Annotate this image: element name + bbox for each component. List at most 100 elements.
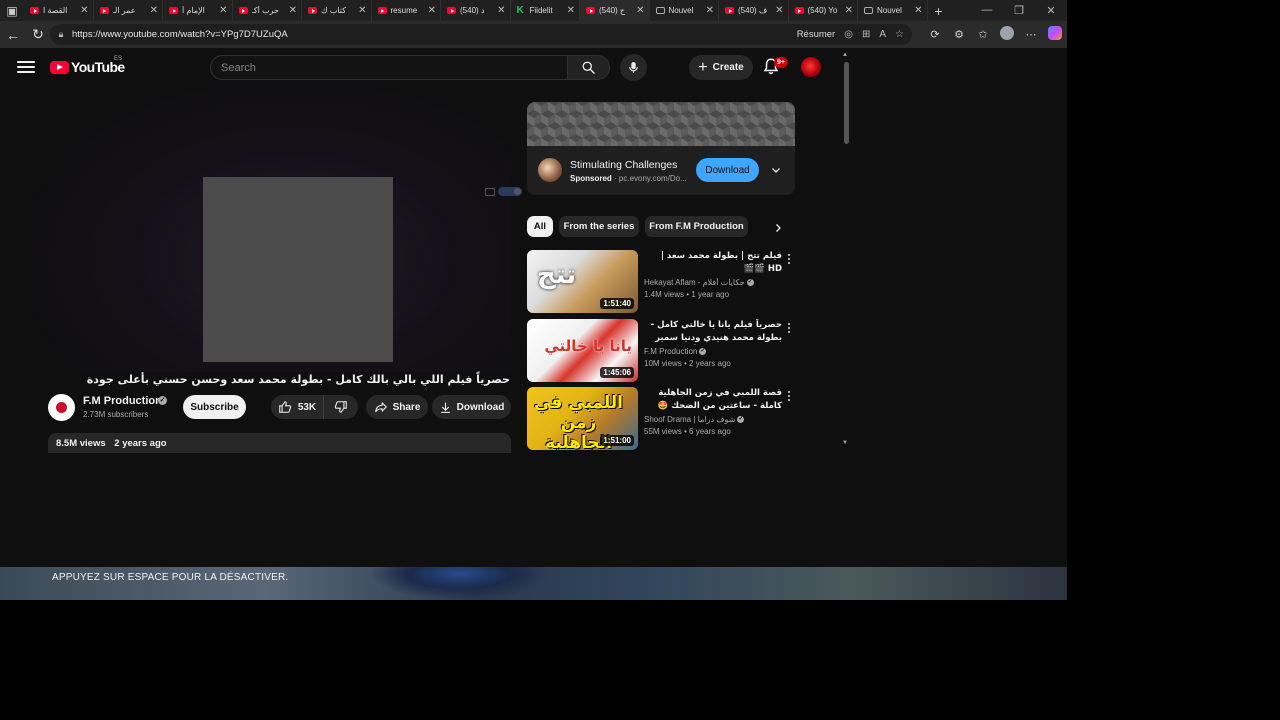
- channel-name[interactable]: F.M Production: [83, 395, 162, 407]
- recommended-video[interactable]: اللمبي في زمن الجاهلية كامل 1:51:00 قصة …: [527, 387, 799, 451]
- close-tab-icon[interactable]: ✕: [289, 5, 297, 16]
- voice-search-button[interactable]: [620, 54, 647, 81]
- description-box[interactable]: 8.5M views 2 years ago: [48, 433, 511, 453]
- video-player[interactable]: [31, 88, 522, 372]
- more-actions-icon[interactable]: [785, 252, 793, 266]
- recommended-video[interactable]: يانا يا خالتي 1:45:06 حصرياً فيلم يانا ي…: [527, 319, 799, 383]
- channel-name[interactable]: Hekayat Aflam - حكايات أفلام ✓: [644, 278, 782, 287]
- close-tab-icon[interactable]: ✕: [636, 5, 644, 16]
- ad-download-button[interactable]: Download: [696, 158, 759, 182]
- url-text[interactable]: https://www.youtube.com/watch?v=YPg7D7UZ…: [72, 29, 288, 40]
- video-thumbnail[interactable]: اللمبي في زمن الجاهلية كامل 1:51:00: [527, 387, 638, 450]
- back-icon[interactable]: ←: [1, 23, 25, 47]
- browser-tab[interactable]: (540) ف ✕: [719, 0, 789, 21]
- video-thumbnail[interactable]: يانا يا خالتي 1:45:06: [527, 319, 638, 382]
- close-tab-icon[interactable]: ✕: [845, 5, 853, 16]
- share-button[interactable]: Share: [366, 395, 428, 419]
- autoplay-toggle[interactable]: [485, 186, 523, 197]
- browser-tab[interactable]: Nouvel ✕: [650, 0, 719, 21]
- browser-tab[interactable]: الإمام أ ✕: [163, 0, 233, 21]
- close-tab-icon[interactable]: ✕: [150, 5, 158, 16]
- subscribe-button[interactable]: Subscribe: [183, 395, 246, 419]
- download-button[interactable]: Download: [432, 395, 511, 419]
- chevron-down-icon[interactable]: [768, 160, 784, 180]
- browser-tab[interactable]: Nouvel ✕: [858, 0, 928, 21]
- recommended-video[interactable]: تتح 1:51:40 فيلم تتح | بطولة محمد سعد | …: [527, 250, 799, 314]
- chevron-right-icon[interactable]: [769, 219, 787, 237]
- favorites-icon[interactable]: ✩: [971, 28, 995, 41]
- menu-icon[interactable]: [17, 58, 35, 76]
- page-scrollbar[interactable]: ▲ ▼: [842, 52, 850, 452]
- refresh-icon[interactable]: ↻: [26, 23, 50, 47]
- close-tab-icon[interactable]: ✕: [706, 5, 714, 16]
- new-tab-button[interactable]: +: [928, 3, 950, 19]
- chip-from-the-series[interactable]: From the series: [559, 216, 639, 237]
- captions-icon[interactable]: [485, 187, 495, 196]
- browser-tab-active[interactable]: (540) ح ✕: [580, 0, 650, 21]
- close-tab-icon[interactable]: ✕: [428, 5, 436, 16]
- close-tab-icon[interactable]: ✕: [80, 5, 88, 16]
- channel-name[interactable]: F.M Production ✓: [644, 347, 782, 356]
- close-tab-icon[interactable]: ✕: [567, 5, 575, 16]
- close-tab-icon[interactable]: ✕: [219, 5, 227, 16]
- chip-from-channel[interactable]: From F.M Production: [645, 216, 748, 237]
- browser-tab[interactable]: القصة ا ✕: [24, 0, 94, 21]
- favorite-star-icon[interactable]: ☆: [895, 29, 904, 40]
- browser-tab[interactable]: (540) د ✕: [441, 0, 511, 21]
- scroll-up-arrow-icon[interactable]: ▲: [842, 52, 848, 58]
- more-options-icon[interactable]: ⋯: [1019, 28, 1043, 41]
- tab-actions-icon[interactable]: ▣: [0, 0, 24, 21]
- browser-tab[interactable]: resume ✕: [372, 0, 441, 21]
- browser-tab[interactable]: عمر الـ ✕: [94, 0, 163, 21]
- profile-icon[interactable]: [995, 26, 1019, 43]
- video-title[interactable]: فيلم تتح | بطولة محمد سعد | HD 🎬🎬: [644, 250, 782, 276]
- tab-label: حرب أكـ: [251, 6, 280, 15]
- address-bar[interactable]: 🔒︎ https://www.youtube.com/watch?v=YPg7D…: [50, 24, 912, 45]
- refresh-extension-icon[interactable]: ⟳: [923, 28, 947, 41]
- extensions-icon[interactable]: ⚙: [947, 28, 971, 41]
- channel-name[interactable]: Shoof Drama | شوف دراما ✓: [644, 415, 782, 424]
- overlay-hint-text: APPUYEZ SUR ESPACE POUR LA DÉSACTIVER.: [52, 572, 289, 583]
- ad-banner-image[interactable]: [527, 102, 795, 146]
- video-thumbnail[interactable]: تتح 1:51:40: [527, 250, 638, 313]
- advertiser-logo[interactable]: [538, 158, 562, 182]
- more-actions-icon[interactable]: [785, 321, 793, 335]
- close-window-icon[interactable]: ✕: [1035, 4, 1067, 17]
- browser-tab[interactable]: حرب أكـ ✕: [233, 0, 302, 21]
- read-aloud-icon[interactable]: A: [879, 29, 886, 40]
- dislike-button[interactable]: [324, 395, 358, 419]
- k-favicon-icon: K: [516, 5, 524, 16]
- copilot-icon[interactable]: [1043, 26, 1067, 43]
- sponsored-ad-card[interactable]: Stimulating Challenges Sponsored · pc.ev…: [527, 102, 795, 195]
- restore-icon[interactable]: ❐: [1003, 4, 1035, 17]
- video-title[interactable]: حصرياً فيلم يانا يا خالتي كامل - بطولة م…: [644, 319, 782, 345]
- browser-tab[interactable]: كتاب ك ✕: [302, 0, 372, 21]
- browser-toolbar: ⟳ ⚙ ✩ ⋯: [923, 21, 1067, 48]
- close-tab-icon[interactable]: ✕: [497, 5, 505, 16]
- youtube-logo[interactable]: YouTube ES: [50, 56, 125, 75]
- browser-tab[interactable]: (540) Yo ✕: [789, 0, 858, 21]
- more-actions-icon[interactable]: [785, 389, 793, 403]
- app-available-icon[interactable]: ⊞: [862, 29, 870, 40]
- lock-icon[interactable]: 🔒︎: [50, 29, 72, 40]
- resume-button[interactable]: Résumer: [797, 29, 836, 40]
- search-box[interactable]: [210, 55, 568, 80]
- video-title[interactable]: قصة اللمبي في زمن الجاهلية كاملة - ساعتي…: [644, 387, 782, 413]
- chip-all[interactable]: All: [527, 216, 553, 237]
- copilot-summary-icon[interactable]: ◎: [844, 29, 853, 40]
- browser-tab[interactable]: K Fiidelit ✕: [511, 0, 580, 21]
- ad-title[interactable]: Stimulating Challenges: [570, 159, 677, 171]
- create-button[interactable]: + Create: [689, 55, 753, 80]
- close-tab-icon[interactable]: ✕: [914, 5, 922, 16]
- minimize-icon[interactable]: —: [971, 4, 1003, 17]
- autoplay-switch[interactable]: [498, 187, 522, 196]
- scrollbar-thumb[interactable]: [844, 62, 849, 144]
- scroll-down-arrow-icon[interactable]: ▼: [842, 440, 848, 446]
- account-avatar[interactable]: [801, 57, 821, 77]
- search-input[interactable]: [221, 61, 567, 74]
- close-tab-icon[interactable]: ✕: [358, 5, 366, 16]
- like-button[interactable]: 53K: [271, 395, 324, 419]
- channel-avatar[interactable]: [48, 394, 75, 421]
- close-tab-icon[interactable]: ✕: [775, 5, 783, 16]
- search-button[interactable]: [568, 55, 610, 80]
